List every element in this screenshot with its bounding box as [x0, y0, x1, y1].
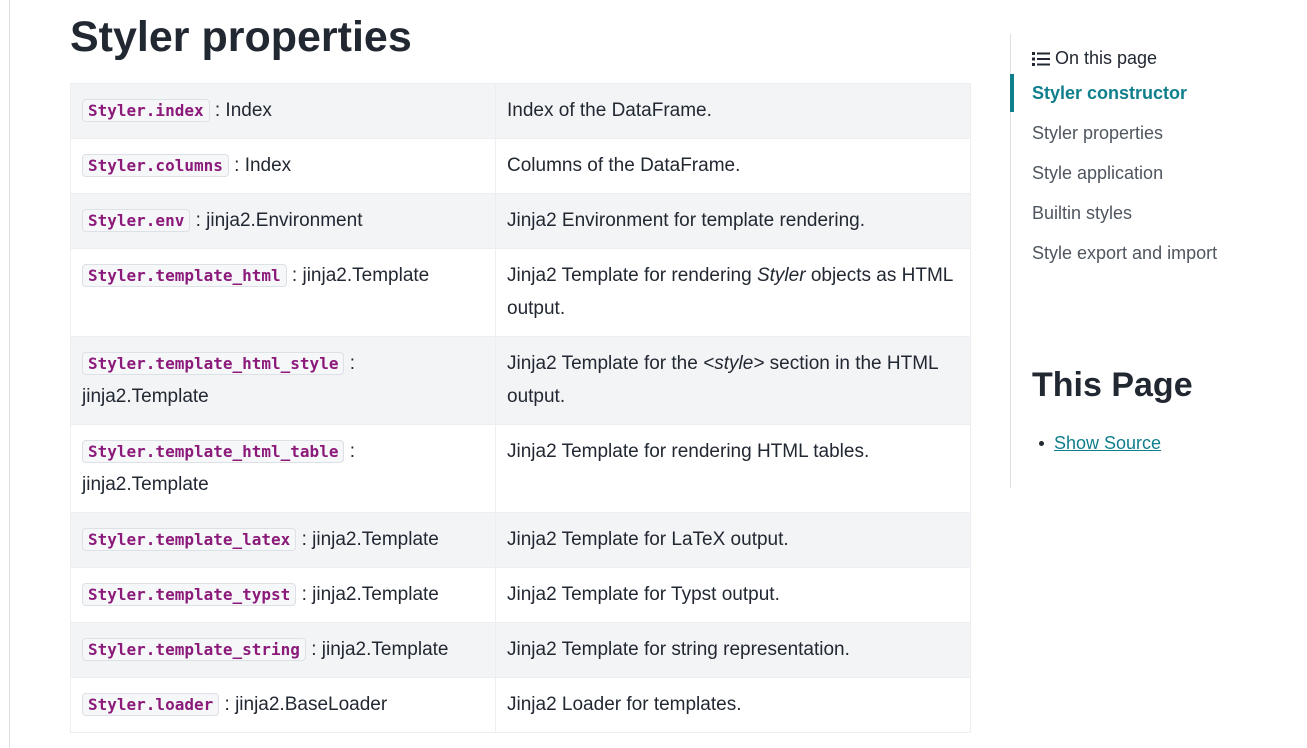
property-type: : jinja2.Template	[296, 529, 439, 550]
properties-table: Styler.index : Index Index of the DataFra…	[70, 83, 971, 733]
property-name: Styler.template_string	[82, 638, 306, 661]
left-border	[9, 0, 10, 748]
property-description: Jinja2 Environment for template renderin…	[495, 193, 971, 249]
description-text: Jinja2 Template for string representatio…	[507, 639, 850, 660]
property-cell: Styler.env : jinja2.Environment	[70, 193, 496, 249]
property-name: Styler.template_html_table	[82, 440, 345, 463]
property-description: Jinja2 Template for rendering Styler obj…	[495, 248, 971, 337]
property-cell: Styler.index : Index	[70, 83, 496, 139]
description-text: Jinja2 Template for the	[507, 353, 704, 374]
table-row: Styler.loader : jinja2.BaseLoader Jinja2 …	[70, 677, 971, 733]
property-description: Columns of the DataFrame.	[495, 138, 971, 194]
description-text: Jinja2 Template for LaTeX output.	[507, 529, 789, 550]
property-type: : jinja2.Template	[296, 584, 439, 605]
table-row: Styler.template_latex : jinja2.Template J…	[70, 512, 971, 568]
property-type: : jinja2.Template	[286, 265, 430, 286]
table-row: Styler.template_typst : jinja2.Template J…	[70, 567, 971, 623]
property-cell: Styler.template_typst : jinja2.Template	[70, 567, 496, 623]
property-type: : jinja2.BaseLoader	[219, 694, 388, 715]
property-name: Styler.columns	[82, 154, 229, 177]
property-description: Jinja2 Template for the <style> section …	[495, 336, 971, 425]
property-type: : Index	[228, 155, 292, 176]
property-description: Jinja2 Template for string representatio…	[495, 622, 971, 678]
description-text: Index of the DataFrame.	[507, 100, 712, 121]
list-icon	[1032, 51, 1050, 66]
property-type: : jinja2.Environment	[190, 210, 363, 231]
property-name: Styler.template_typst	[82, 583, 297, 606]
this-page-heading: This Page	[1032, 366, 1193, 404]
this-page-links: Show Source	[1038, 431, 1161, 455]
right-sidebar: On this page Styler constructor Styler pr…	[1010, 34, 1307, 488]
property-description: Jinja2 Loader for templates.	[495, 677, 971, 733]
property-type: : Index	[209, 100, 272, 121]
property-name: Styler.index	[82, 99, 210, 122]
description-emphasis: <style>	[703, 353, 765, 374]
property-name: Styler.template_html	[82, 264, 287, 287]
table-row: Styler.columns : Index Columns of the Dat…	[70, 138, 971, 194]
toc-header-label: On this page	[1055, 48, 1158, 68]
list-item: Show Source	[1038, 431, 1161, 455]
toc-header: On this page	[1032, 48, 1157, 69]
description-text: Jinja2 Template for rendering	[507, 265, 757, 286]
property-description: Jinja2 Template for Typst output.	[495, 567, 971, 623]
property-cell: Styler.template_latex : jinja2.Template	[70, 512, 496, 568]
property-cell: Styler.loader : jinja2.BaseLoader	[70, 677, 496, 733]
description-text: Jinja2 Loader for templates.	[507, 694, 742, 715]
property-name: Styler.template_latex	[82, 528, 297, 551]
property-name: Styler.loader	[82, 693, 220, 716]
property-cell: Styler.template_html : jinja2.Template	[70, 248, 496, 337]
property-type: : jinja2.Template	[305, 639, 449, 660]
description-text: Columns of the DataFrame.	[507, 155, 741, 176]
table-row: Styler.index : Index Index of the DataFra…	[70, 83, 971, 139]
property-cell: Styler.template_html_style : jinja2.Temp…	[70, 336, 496, 425]
toc-item-style-application[interactable]: Style application	[1011, 154, 1301, 194]
description-emphasis: Styler	[756, 265, 806, 286]
property-cell: Styler.template_html_table : jinja2.Temp…	[70, 424, 496, 513]
property-cell: Styler.columns : Index	[70, 138, 496, 194]
description-text: Jinja2 Template for Typst output.	[507, 584, 780, 605]
table-row: Styler.template_html_table : jinja2.Temp…	[70, 424, 971, 513]
toc-nav: Styler constructor Styler properties Style…	[1010, 74, 1301, 274]
toc-item-styler-properties[interactable]: Styler properties	[1011, 114, 1301, 154]
toc-item-builtin-styles[interactable]: Builtin styles	[1011, 194, 1301, 234]
property-name: Styler.template_html_style	[82, 352, 345, 375]
property-cell: Styler.template_string : jinja2.Template	[70, 622, 496, 678]
table-row: Styler.template_html : jinja2.Template Ji…	[70, 248, 971, 337]
property-description: Jinja2 Template for LaTeX output.	[495, 512, 971, 568]
description-text: Jinja2 Environment for template renderin…	[507, 210, 866, 231]
show-source-link[interactable]: Show Source	[1054, 433, 1161, 453]
table-row: Styler.env : jinja2.Environment Jinja2 En…	[70, 193, 971, 249]
page-title: Styler properties	[70, 13, 412, 61]
description-text: Jinja2 Template for rendering HTML table…	[507, 441, 870, 462]
table-row: Styler.template_string : jinja2.Template…	[70, 622, 971, 678]
property-description: Jinja2 Template for rendering HTML table…	[495, 424, 971, 513]
property-name: Styler.env	[82, 209, 191, 232]
toc-item-styler-constructor[interactable]: Styler constructor	[1010, 74, 1301, 114]
property-description: Index of the DataFrame.	[495, 83, 971, 139]
table-row: Styler.template_html_style : jinja2.Temp…	[70, 336, 971, 425]
toc-item-style-export-and-import[interactable]: Style export and import	[1011, 234, 1301, 274]
